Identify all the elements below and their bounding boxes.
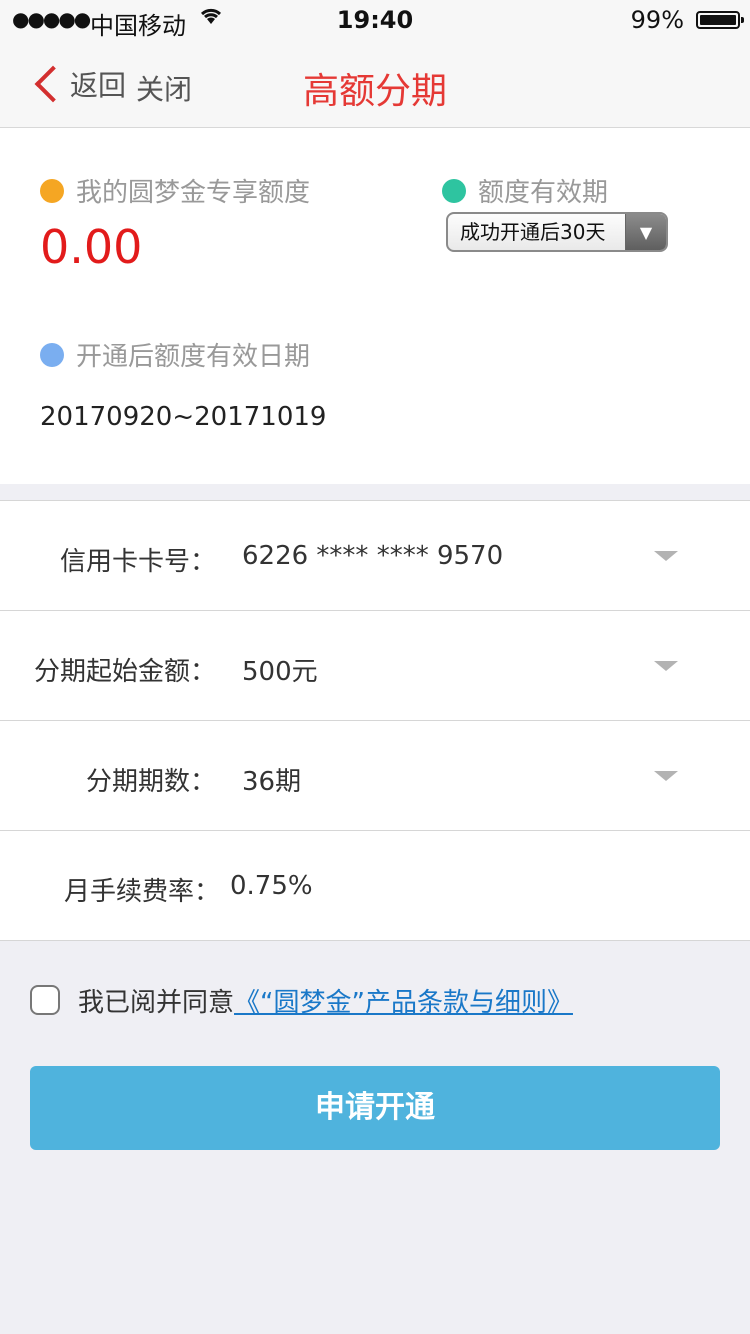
battery-icon (696, 11, 744, 29)
status-bar: ●●●●● 中国移动 19:40 99% (0, 0, 750, 40)
chevron-down-icon (654, 551, 678, 561)
battery-percent: 99% (630, 6, 684, 34)
green-dot-icon (442, 178, 466, 203)
date-label: 开通后额度有效日期 (76, 342, 311, 372)
validity-selected-value: 成功开通后30天 (460, 220, 606, 244)
quota-label: 我的圆梦金专享额度 (76, 178, 311, 208)
fee-rate-row: 月手续费率： 0.75% (0, 831, 750, 941)
chevron-down-icon (654, 771, 678, 781)
dropdown-arrow-icon: ▼ (625, 214, 666, 250)
start-amount-label: 分期起始金额： (33, 657, 216, 687)
validity-label-row: 额度有效期 (442, 172, 608, 209)
chevron-down-icon (654, 661, 678, 671)
validity-label: 额度有效期 (478, 178, 609, 208)
quota-label-row: 我的圆梦金专享额度 (40, 172, 310, 209)
date-range: 20170920~20171019 (40, 402, 327, 432)
agree-checkbox[interactable] (30, 985, 60, 1015)
card-number-value: 6226 **** **** 9570 (242, 541, 504, 571)
terms-link[interactable]: 《“圆梦金”产品条款与细则》 (234, 982, 573, 1019)
start-amount-value: 500元 (242, 657, 318, 687)
blue-dot-icon (40, 342, 64, 367)
periods-value: 36期 (242, 767, 302, 797)
agreement-text: 我已阅并同意 (78, 987, 235, 1018)
orange-dot-icon (40, 178, 64, 203)
apply-button[interactable]: 申请开通 (30, 1066, 720, 1150)
periods-row[interactable]: 分期期数： 36期 (0, 721, 750, 831)
card-number-label: 信用卡卡号： (59, 547, 216, 577)
card-number-row[interactable]: 信用卡卡号： 6226 **** **** 9570 (0, 501, 750, 611)
periods-label: 分期期数： (85, 767, 216, 797)
validity-select[interactable]: 成功开通后30天 ▼ (446, 212, 668, 252)
quota-card: 我的圆梦金专享额度 0.00 额度有效期 成功开通后30天 ▼ 开通后额度有效日… (0, 128, 750, 484)
installment-form: 信用卡卡号： 6226 **** **** 9570 分期起始金额： 500元 … (0, 500, 750, 941)
start-amount-row[interactable]: 分期起始金额： 500元 (0, 611, 750, 721)
page-title: 高额分期 (302, 71, 447, 112)
date-label-row: 开通后额度有效日期 (40, 336, 310, 373)
quota-value: 0.00 (40, 220, 143, 274)
agreement-row: 我已阅并同意 《“圆梦金”产品条款与细则》 (30, 980, 573, 1020)
fee-rate-label: 月手续费率： (64, 877, 221, 907)
fee-rate-value: 0.75% (230, 871, 313, 901)
nav-bar: 返回 关闭 高额分期 (0, 40, 750, 128)
